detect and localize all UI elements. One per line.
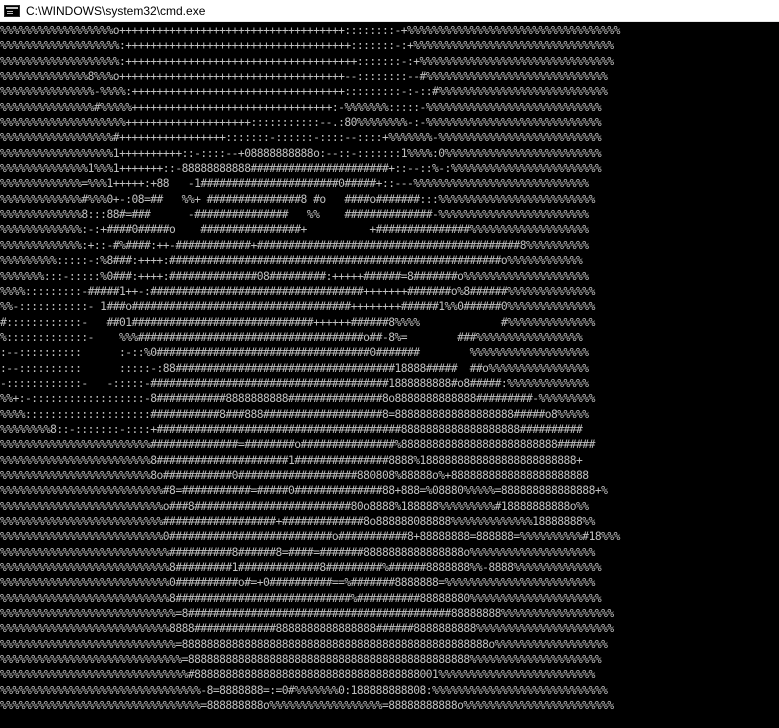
title-bar[interactable]: C:\WINDOWS\system32\cmd.exe (0, 0, 779, 22)
console-line: %%%%%%%%%:::::-:%8###:++++:#############… (0, 254, 583, 268)
console-line: %%%%::::::::::::::::::::###########8###8… (0, 407, 589, 421)
console-line: %%%%%%%%%%%%%8:::88#=### -##############… (0, 208, 589, 222)
console-line: %%%%%%%%%%%%%%%%%%%%%%%%##############=#… (0, 438, 595, 452)
console-line: %%%%%%%%%%%%%%%%%%%%%%%%%%0#############… (0, 530, 620, 544)
console-line: %%%%%%%%%%%%%:+::-#%####:++-############… (0, 238, 589, 252)
window-title: C:\WINDOWS\system32\cmd.exe (26, 3, 206, 18)
console-line: %:::::::::::::- %%%#####################… (0, 330, 583, 344)
console-line: %%%%%%%%%%%%%%%%%%%%%%%%%%%8############… (0, 591, 602, 605)
console-line: %%%%%%%%%%%%%=%%%1+++++:+88 -1##########… (0, 177, 589, 191)
console-output-area[interactable]: %%%%%%%%%%%%%%%%%%o+++++++++++++++++++++… (0, 23, 779, 728)
console-line: %%%%%%%%%%%%%%%%%%%%++++++++++++++++++++… (0, 116, 602, 130)
console-line: %%%%%%%%%%%%%%%%%%%%%%%%%%%%=8##########… (0, 607, 614, 621)
console-line: %%%%%%%%%%%%%%%%%%%%%%%%%%%%%%%%-8=88888… (0, 683, 608, 697)
console-line: %%%%%%%%%%%%%%%%%%%%%%%%%%o###8#########… (0, 499, 589, 513)
console-line: %%%%%%%%%%%%%%%%%%1++++++++++::-::::--+0… (0, 146, 602, 160)
console-line: %%%%%%%%%%%%%%%%%%%%%%%%%%%%%=8888888888… (0, 653, 602, 667)
console-line: %%%%%%%%%%%%%%%%%%%%%%%%%%%%=88888888888… (0, 637, 608, 651)
console-line: %%%%%%%%%%%%%%%%%%%%%%%%%%%8#########1##… (0, 561, 602, 575)
console-app-icon[interactable] (4, 4, 20, 17)
console-line: -::::::::::::- -:::::-##################… (0, 376, 589, 390)
console-line: %%%%%%%%%%%%%%%%%%%%%%%%%%##############… (0, 515, 595, 528)
console-line: %%%%%%%%%%%%%%%%%%%%%%%%%%%%%%%%=8888888… (0, 699, 614, 713)
console-line: %%%%%%%%%%%%%:-:+####0#####o ###########… (0, 223, 589, 237)
console-line: %%%%%%%%%%%%%%%%%%%:++++++++++++++++++++… (0, 54, 614, 68)
cmd-window: C:\WINDOWS\system32\cmd.exe %%%%%%%%%%%%… (0, 0, 779, 728)
console-line: %%%%%%%%%%%%%%%%%%#+++++++++++++++++::::… (0, 131, 602, 145)
console-line: %%+:-::::::::::::::::::-8###########8888… (0, 392, 595, 406)
console-line: %%%%%%%:::-:::::%0###:++++:#############… (0, 269, 589, 283)
console-line: %%%%%%%%%%%%%%%%%%o+++++++++++++++++++++… (0, 24, 620, 37)
console-line: %%%%%%%%%%%%%%1%%%1+++++++::-88888888888… (0, 162, 602, 176)
console-line: %%%%%%%%%%%%%%%%%%%%%%%%%%%%%%#888888888… (0, 668, 595, 682)
console-line: %%%%%%%%%%%%%%%-%%%%:+++++++++++++++++++… (0, 85, 608, 99)
console-line: %%%%%%%%%%%%%%%%%%%%%%%%%%#8=###########… (0, 484, 608, 498)
console-line: %%%%:::::::::-#####1++-:################… (0, 284, 595, 298)
console-line: %%%%%%%%%%%%%%8%%%o+++++++++++++++++++++… (0, 70, 608, 84)
console-line: %%%%%%%%%%%%%%%%%%%%%%%%%%%##########8##… (0, 545, 595, 559)
console-line: %%%%%%%%%%%%%%%%%%%%%%%%8###############… (0, 453, 583, 467)
console-line: %%%%%%%%%%%%%#%%%0+-:08=## %%+ #########… (0, 192, 595, 206)
console-line: :--:::::::::: :::::-:88#################… (0, 361, 589, 375)
console-line: %%%%%%%%%%%%%%%%%%%%%%%%8o###########0##… (0, 468, 589, 482)
console-line: %%%%%%%%%%%%%%%%%%%:++++++++++++++++++++… (0, 39, 614, 53)
console-line: %%-:::::::::::- 1###o###################… (0, 300, 595, 314)
console-line: %%%%%%%%8::-:::::::-::::+###############… (0, 422, 583, 436)
console-line: %%%%%%%%%%%%%%%%%%%%%%%%%%%8888#########… (0, 622, 614, 636)
console-line: :--:::::::::: :-::%0####################… (0, 346, 589, 360)
console-line: %%%%%%%%%%%%%%%%%%%%%%%%%%%0##########o#… (0, 576, 595, 590)
console-line: #::::::::::::- ##01#####################… (0, 315, 595, 329)
console-line: %%%%%%%%%%%%%%%#%%%%%+++++++++++++++++++… (0, 100, 602, 114)
